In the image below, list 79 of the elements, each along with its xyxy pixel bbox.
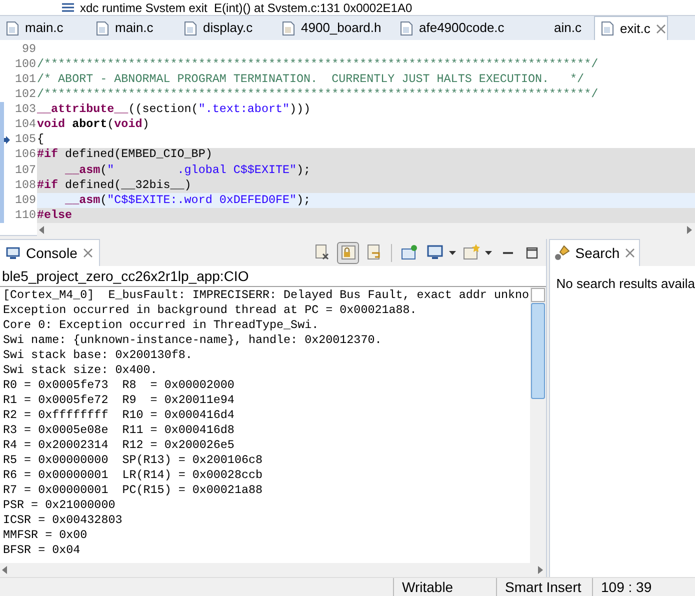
monitor-icon xyxy=(6,246,20,260)
console-line: Core 0: Exception occurred in ThreadType_Swi. xyxy=(3,318,319,333)
code-line: __asm("C$$EXITE:.word 0xDEFED0FE"); xyxy=(64,192,311,209)
console-line: R3 = 0x0005e08e R11 = 0x000416d8 xyxy=(3,423,234,438)
close-tab-icon[interactable] xyxy=(624,248,635,258)
editor-tab[interactable]: main.c xyxy=(0,16,90,40)
console-line: Swi stack size: 0x400. xyxy=(3,363,158,378)
vertical-scrollbar[interactable] xyxy=(530,287,546,563)
scroll-right-icon[interactable] xyxy=(687,226,693,234)
line-number: 105 xyxy=(14,131,37,148)
editor-tab[interactable]: display.c xyxy=(178,16,276,40)
list-icon xyxy=(62,3,74,12)
line-number: 110 xyxy=(14,206,37,224)
dropdown-caret-icon[interactable] xyxy=(485,250,492,254)
editor-tab[interactable]: ain.c xyxy=(514,16,594,40)
code-line: __asm(" .global C$$EXITE"); xyxy=(64,162,311,179)
console-line: BFSR = 0x04 xyxy=(3,543,80,558)
editor-tab[interactable]: main.c xyxy=(90,16,178,40)
console-line: PSR = 0x21000000 xyxy=(3,498,116,513)
editor-tab[interactable]: exit.c xyxy=(594,16,668,40)
status-field: 109 : 39 xyxy=(601,576,652,596)
horizontal-scrollbar[interactable] xyxy=(0,563,546,577)
line-number: 109 xyxy=(14,192,37,209)
line-number: 99 xyxy=(20,40,37,58)
console-line: Swi stack base: 0x200130f8. xyxy=(3,348,192,363)
file-icon xyxy=(6,20,19,36)
code-line: #if defined(EMBED_CIO_BP) xyxy=(37,146,212,164)
console-line: R5 = 0x00000000 SP(R13) = 0x200106c8 xyxy=(3,453,263,468)
console-line: R7 = 0x00000001 PC(R15) = 0x00021a88 xyxy=(3,483,263,498)
search-message: No search results availa xyxy=(556,276,695,291)
close-tab-icon[interactable] xyxy=(656,24,666,34)
line-number: 108 xyxy=(14,176,37,194)
horizontal-scrollbar[interactable] xyxy=(37,223,695,238)
console-line: R4 = 0x20002314 R12 = 0x200026e5 xyxy=(3,438,234,453)
console-line: R2 = 0xffffffff R10 = 0x000416d4 xyxy=(3,408,234,423)
file-icon xyxy=(601,21,614,36)
maximize-icon[interactable] xyxy=(526,246,538,258)
console-line: R1 = 0x0005fe72 R9 = 0x20011e94 xyxy=(3,393,234,408)
console-line: R0 = 0x0005fe73 R8 = 0x00002000 xyxy=(3,378,234,393)
line-number: 101 xyxy=(14,70,37,88)
editor-tab[interactable]: afe4900code.c xyxy=(394,16,514,40)
console-line: R6 = 0x00000001 LR(R14) = 0x00028ccb xyxy=(3,468,263,483)
code-line: #else xyxy=(37,206,72,224)
dropdown-caret-icon[interactable] xyxy=(449,250,456,254)
status-field: Smart Insert xyxy=(505,576,582,596)
line-number: 102 xyxy=(14,86,37,104)
code-line: #if defined(__32bis__) xyxy=(37,176,192,194)
scroll-left-icon[interactable] xyxy=(2,566,8,574)
flashlight-icon xyxy=(554,245,570,261)
status-field: Writable xyxy=(402,576,454,596)
line-number: 106 xyxy=(14,146,37,164)
console-line: MMFSR = 0x00 xyxy=(3,528,88,543)
code-line: void abort(void) xyxy=(37,116,150,134)
file-icon xyxy=(282,20,295,36)
scroll-lock-button[interactable] xyxy=(337,242,360,264)
console-line: Exception occurred in background thread at PC = 0x00021a88. xyxy=(3,303,417,318)
console-line: Swi name: {unknown-instance-name}, handle: 0x20012370. xyxy=(3,333,382,348)
line-number: 100 xyxy=(14,56,37,73)
line-number: 107 xyxy=(14,162,37,179)
line-number: 104 xyxy=(14,116,37,134)
file-icon xyxy=(96,20,109,36)
code-line: __attribute__((section(".text:abort"))) xyxy=(37,101,311,118)
console-line: [Cortex_M4_0] E_busFault: IMPRECISERR: Delayed Bus Fault, exact addr unkno xyxy=(3,288,530,303)
console-line: ICSR = 0x00432803 xyxy=(3,513,122,528)
scroll-right-icon[interactable] xyxy=(538,566,544,574)
code-line: /* ABORT - ABNORMAL PROGRAM TERMINATION. CURRENTLY JUST HALTS EXECUTION. */ xyxy=(37,70,584,88)
code-line: { xyxy=(37,131,44,148)
console-tab[interactable]: Console xyxy=(0,239,100,266)
line-number: 103 xyxy=(14,101,37,118)
close-tab-icon[interactable] xyxy=(83,248,94,258)
file-icon xyxy=(184,20,197,36)
code-line: /******************************************************************************/ xyxy=(37,86,598,104)
search-tab[interactable]: Search xyxy=(550,239,640,266)
console-name: ble5_project_zero_cc26x2r1lp_app:CIO xyxy=(2,266,249,286)
file-icon xyxy=(400,20,413,36)
editor-tab[interactable]: 4900_board.h xyxy=(276,16,394,40)
code-line: /******************************************************************************/ xyxy=(37,56,598,73)
code-editor[interactable] xyxy=(0,40,695,236)
scroll-left-icon[interactable] xyxy=(39,226,45,234)
